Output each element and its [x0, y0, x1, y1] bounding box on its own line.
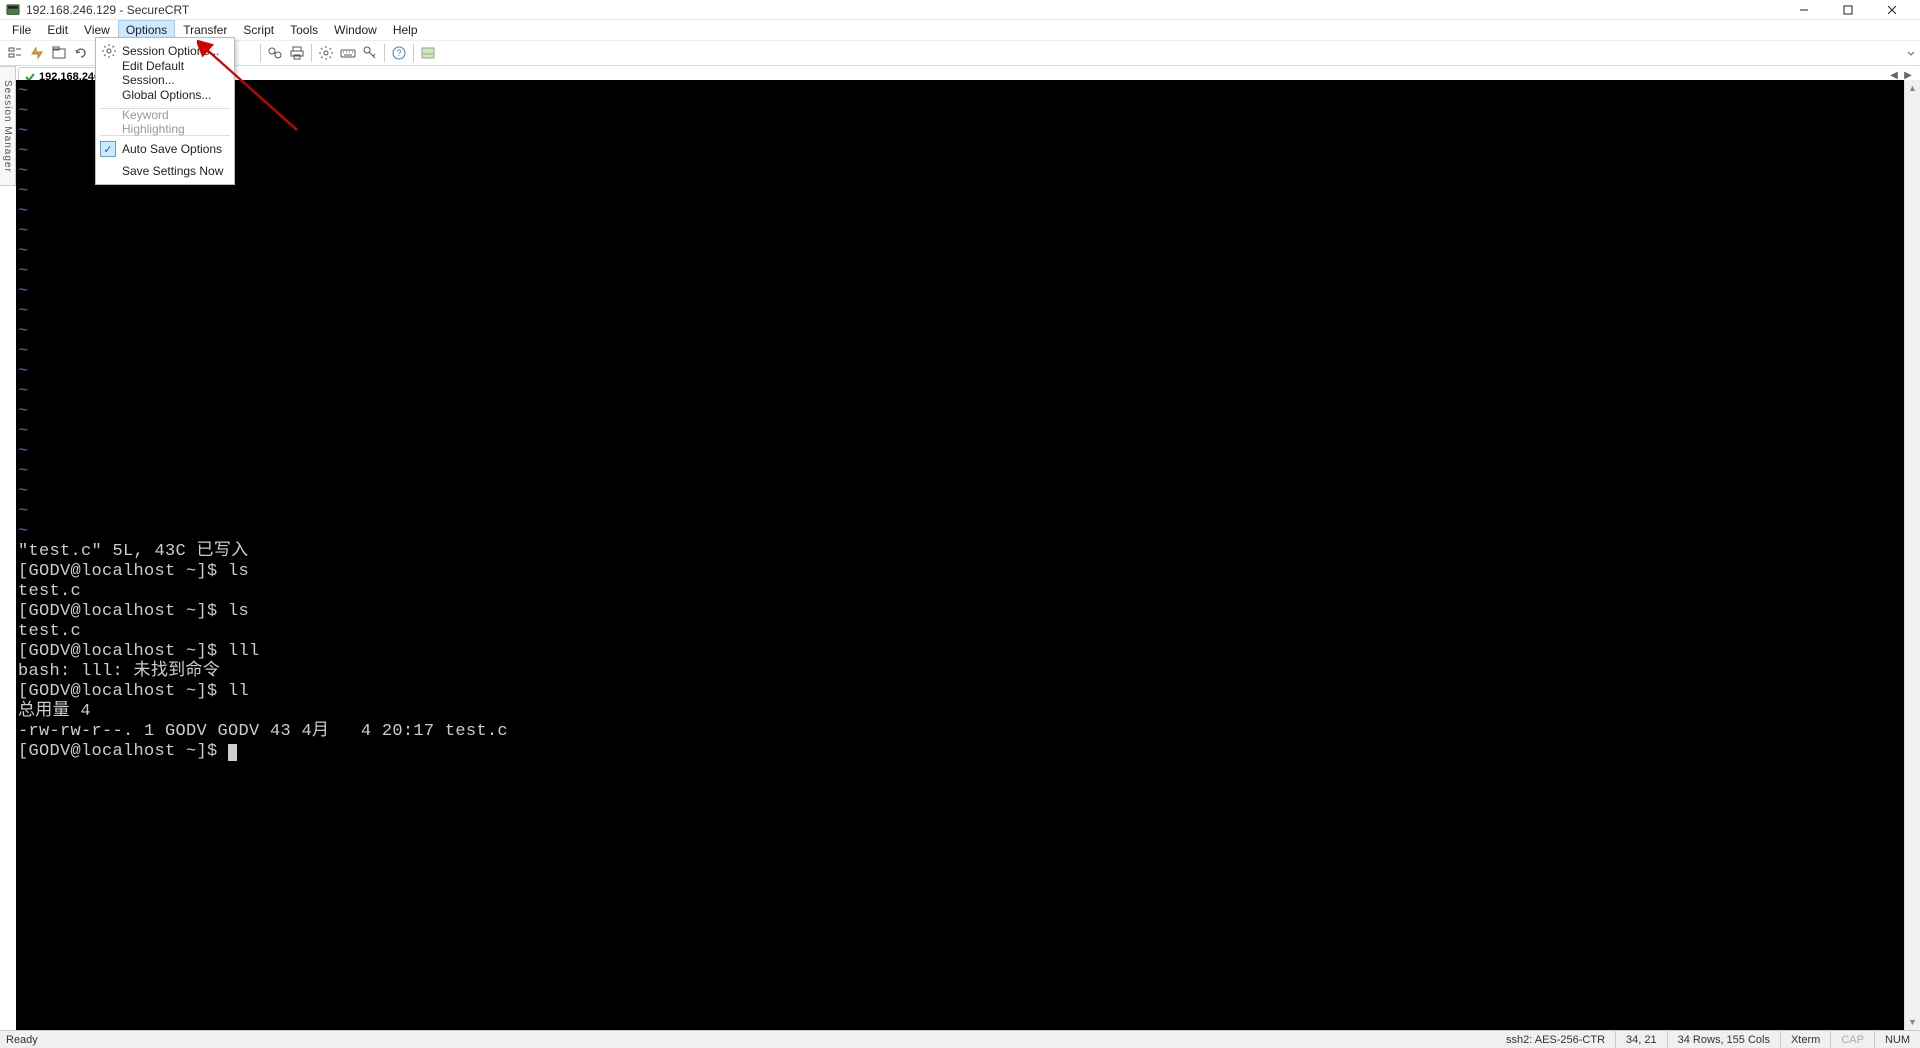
toolbar: En ? — [0, 40, 1920, 66]
menu-help[interactable]: Help — [385, 20, 426, 40]
status-term-type: Xterm — [1781, 1031, 1831, 1048]
menu-window[interactable]: Window — [326, 20, 385, 40]
scroll-up-icon[interactable]: ▲ — [1905, 80, 1920, 96]
menu-edit[interactable]: Edit — [39, 20, 76, 40]
window-title: 192.168.246.129 - SecureCRT — [26, 3, 1782, 17]
status-ready: Ready — [0, 1031, 48, 1048]
global-options-gear-icon[interactable] — [315, 42, 337, 64]
toolbar-separator — [413, 44, 414, 62]
menu-item-label: Save Settings Now — [122, 164, 223, 178]
connect-tab-icon[interactable] — [48, 42, 70, 64]
menu-item-auto-save-options[interactable]: ✓ Auto Save Options — [96, 138, 234, 160]
status-protocol: ssh2: AES-256-CTR — [1496, 1031, 1616, 1048]
session-manager-icon[interactable] — [4, 42, 26, 64]
terminal-area: ~ ~ ~ ~ ~ ~ ~ ~ ~ ~ ~ ~ ~ ~ ~ ~ ~ ~ ~ ~ … — [16, 80, 1920, 1030]
keyboard-icon[interactable] — [337, 42, 359, 64]
checkmark-icon: ✓ — [100, 141, 116, 157]
menu-item-label: Edit Default Session... — [122, 59, 224, 87]
status-caps: CAP — [1831, 1031, 1875, 1048]
minimize-button[interactable] — [1782, 0, 1826, 20]
menu-item-label: Auto Save Options — [122, 142, 222, 156]
close-button[interactable] — [1870, 0, 1914, 20]
menu-item-label: Keyword Highlighting — [122, 108, 224, 136]
status-bar: Ready ssh2: AES-256-CTR 34, 21 34 Rows, … — [0, 1030, 1920, 1048]
maximize-button[interactable] — [1826, 0, 1870, 20]
vertical-scrollbar[interactable]: ▲ ▼ — [1904, 80, 1920, 1030]
menu-item-global-options[interactable]: Global Options... — [96, 84, 234, 106]
svg-text:?: ? — [396, 48, 401, 58]
menu-item-keyword-highlighting: Keyword Highlighting — [96, 111, 234, 133]
menu-item-save-settings-now[interactable]: Save Settings Now — [96, 160, 234, 182]
terminal[interactable]: ~ ~ ~ ~ ~ ~ ~ ~ ~ ~ ~ ~ ~ ~ ~ ~ ~ ~ ~ ~ … — [16, 80, 1904, 1030]
gear-icon — [102, 44, 116, 58]
menu-item-edit-default-session[interactable]: Edit Default Session... — [96, 62, 234, 84]
status-cursor-pos: 34, 21 — [1616, 1031, 1668, 1048]
toolbar-separator — [311, 44, 312, 62]
status-size: 34 Rows, 155 Cols — [1668, 1031, 1781, 1048]
session-manager-side-tab[interactable]: Session Manager — [0, 66, 16, 186]
help-icon[interactable]: ? — [388, 42, 410, 64]
menu-bar: FileEditViewOptionsTransferScriptToolsWi… — [0, 20, 1920, 40]
menu-file[interactable]: File — [4, 20, 39, 40]
menu-item-label: Session Options... — [122, 44, 219, 58]
reconnect-icon[interactable] — [70, 42, 92, 64]
quick-connect-icon[interactable] — [26, 42, 48, 64]
command-window-icon[interactable] — [417, 42, 439, 64]
scroll-down-icon[interactable]: ▼ — [1905, 1014, 1920, 1030]
options-menu-dropdown: Session Options...Edit Default Session..… — [95, 37, 235, 185]
toolbar-separator — [260, 44, 261, 62]
toolbar-separator — [384, 44, 385, 62]
menu-tools[interactable]: Tools — [282, 20, 326, 40]
window-controls — [1782, 0, 1914, 20]
menu-script[interactable]: Script — [235, 20, 282, 40]
title-bar: 192.168.246.129 - SecureCRT — [0, 0, 1920, 20]
menu-item-label: Global Options... — [122, 88, 211, 102]
print-icon[interactable] — [286, 42, 308, 64]
status-num: NUM — [1875, 1031, 1920, 1048]
find-icon[interactable] — [264, 42, 286, 64]
app-icon — [6, 3, 20, 17]
toolbar-overflow-icon[interactable] — [1906, 47, 1916, 61]
key-icon[interactable] — [359, 42, 381, 64]
